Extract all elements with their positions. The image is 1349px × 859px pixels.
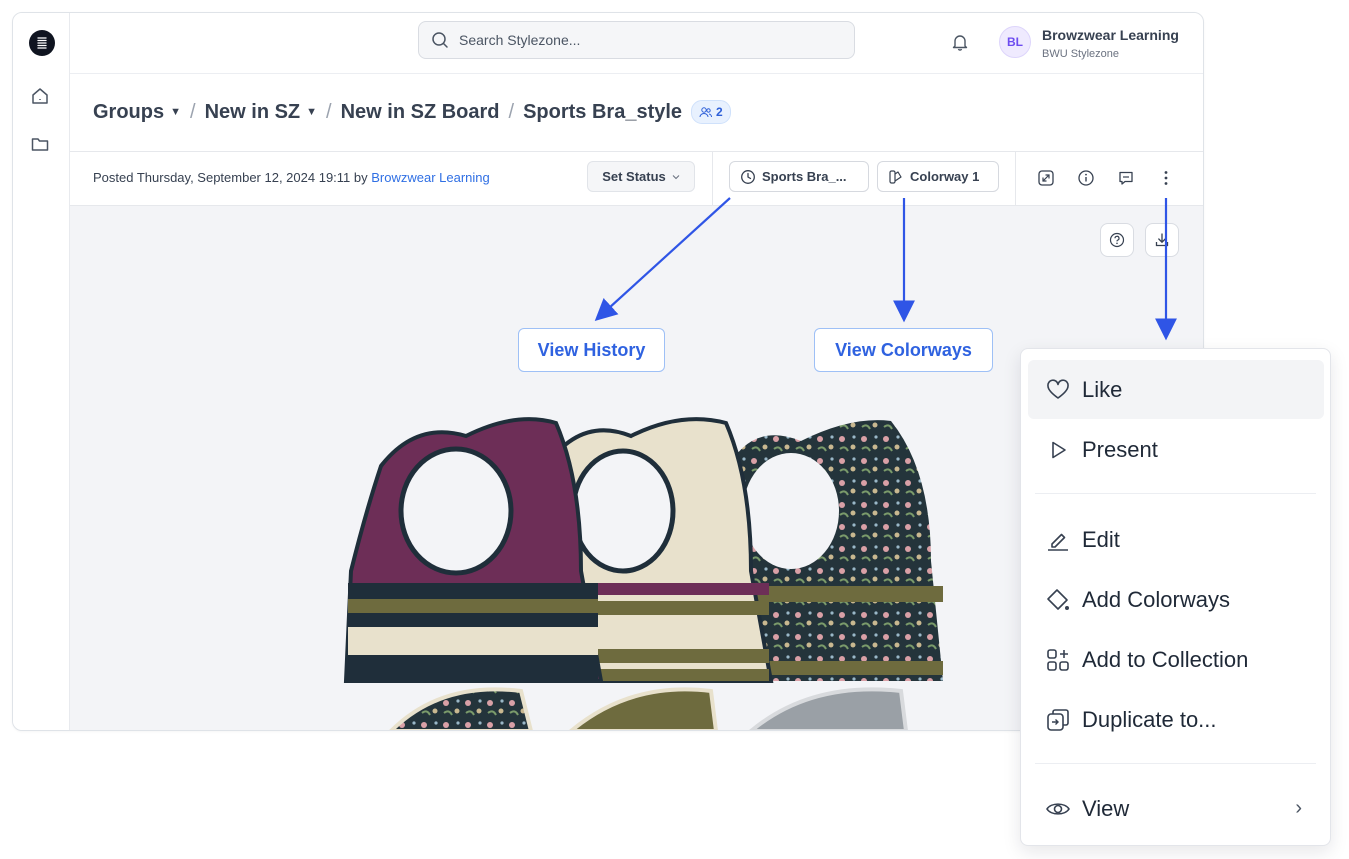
eye-icon xyxy=(1044,795,1072,823)
menu-label-like: Like xyxy=(1082,376,1123,402)
menu-item-present[interactable]: Present xyxy=(1028,420,1324,479)
menu-label-add-colorways: Add Colorways xyxy=(1082,586,1230,612)
grid-plus-icon xyxy=(1044,646,1072,674)
paint-bucket-icon xyxy=(1044,586,1072,614)
menu-divider xyxy=(1035,763,1316,764)
pencil-icon xyxy=(1044,526,1072,554)
arrow-to-history xyxy=(594,197,731,321)
duplicate-icon xyxy=(1044,706,1072,734)
menu-item-like[interactable]: Like xyxy=(1028,360,1324,419)
play-icon xyxy=(1044,436,1072,464)
menu-label-view: View xyxy=(1082,795,1130,821)
menu-item-edit[interactable]: Edit xyxy=(1028,510,1324,569)
view-history-callout: View History xyxy=(518,328,665,372)
menu-label-duplicate: Duplicate to... xyxy=(1082,706,1217,732)
menu-label-add-to-collection: Add to Collection xyxy=(1082,646,1249,672)
menu-item-duplicate[interactable]: Duplicate to... xyxy=(1028,690,1324,749)
menu-item-add-to-collection[interactable]: Add to Collection xyxy=(1028,630,1324,689)
view-colorways-callout: View Colorways xyxy=(814,328,993,372)
more-options-menu: Like Present Edit Add Colorways Add to C… xyxy=(1020,348,1331,846)
menu-divider xyxy=(1035,493,1316,494)
menu-item-add-colorways[interactable]: Add Colorways xyxy=(1028,570,1324,629)
chevron-right-icon: › xyxy=(1295,797,1302,819)
menu-label-edit: Edit xyxy=(1082,526,1120,552)
heart-icon xyxy=(1044,376,1072,404)
menu-label-present: Present xyxy=(1082,436,1158,462)
menu-item-view[interactable]: View › xyxy=(1028,779,1324,838)
